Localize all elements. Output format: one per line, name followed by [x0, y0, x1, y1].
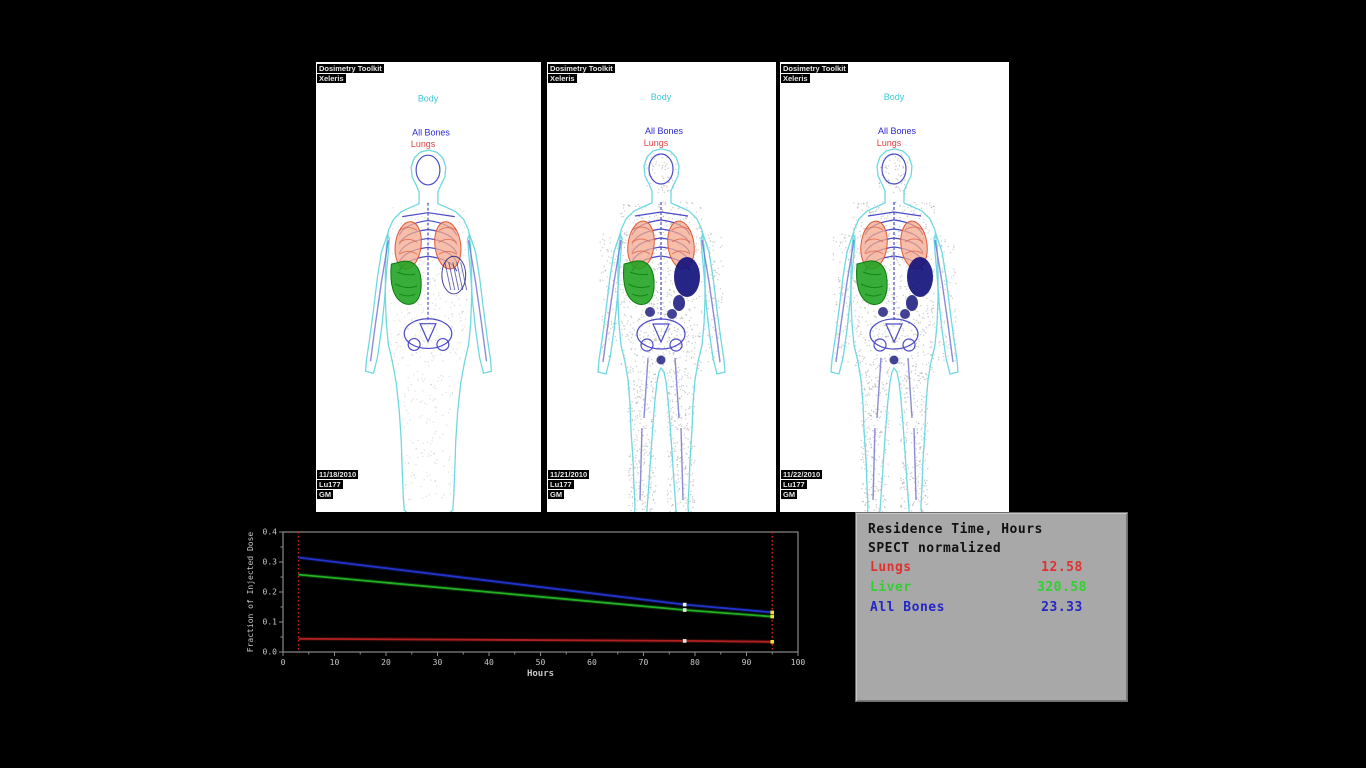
organ-labels: Body All Bones Lungs	[411, 94, 450, 150]
panel-header-chips: Dosimetry Toolkit Xeleris	[317, 64, 384, 83]
x-axis-label: Hours	[527, 669, 554, 679]
svg-text:10: 10	[330, 658, 340, 667]
panel-footer-chips: 11/21/2010 Lu177 GM	[548, 470, 589, 499]
speckle-layer	[833, 154, 957, 512]
wholebody-scan-image: Body All Bones Lungs	[547, 62, 776, 512]
data-point-marker	[770, 615, 774, 619]
scan-viewport[interactable]: Body All Bones Lungs Dosimetry Toolkit Xel…	[547, 62, 776, 512]
liver-region	[857, 261, 888, 305]
data-point-marker	[683, 608, 687, 612]
app-title-chip: Dosimetry Toolkit	[781, 64, 848, 73]
time-activity-chart-canvas[interactable]: 0 10 20 30 40 50 60 70 80 90 100 0.0 0.1 0.2 0.3 0.4 Hou…	[243, 524, 815, 690]
residence-row: Lungs 12.58	[856, 558, 1127, 578]
liver-region	[391, 261, 421, 304]
wholebody-scan-image: Body All Bones Lungs	[316, 62, 541, 512]
svg-text:20: 20	[381, 658, 391, 667]
body-label: Body	[884, 92, 905, 102]
workstation-chip: Xeleris	[317, 74, 346, 83]
svg-text:0.1: 0.1	[263, 618, 278, 627]
isotope-chip: Lu177	[317, 480, 343, 489]
workstation-chip: Xeleris	[548, 74, 577, 83]
time-activity-chart[interactable]: 0 10 20 30 40 50 60 70 80 90 100 0.0 0.1 0.2 0.3 0.4 Hou…	[243, 524, 815, 690]
residence-row: Liver 320.58	[856, 578, 1127, 598]
residence-row: All Bones 23.33	[856, 598, 1127, 618]
panel-header-chips: Dosimetry Toolkit Xeleris	[781, 64, 848, 83]
wholebody-scan-image: Body All Bones Lungs	[780, 62, 1009, 512]
app-title-chip: Dosimetry Toolkit	[548, 64, 615, 73]
svg-text:0.4: 0.4	[263, 528, 278, 537]
detector-chip: GM	[548, 490, 564, 499]
isotope-chip: Lu177	[781, 480, 807, 489]
isotope-chip: Lu177	[548, 480, 574, 489]
organ-value: 23.33	[1012, 598, 1112, 618]
svg-text:0.0: 0.0	[263, 648, 278, 657]
organ-label: All Bones	[870, 598, 945, 618]
residence-panel-title: Residence Time, Hours	[856, 513, 1127, 539]
data-point-marker	[683, 603, 687, 607]
svg-text:70: 70	[639, 658, 649, 667]
plot-frame	[283, 532, 798, 652]
app-title-chip: Dosimetry Toolkit	[317, 64, 384, 73]
dosimetry-workstation-screen: Body All Bones Lungs Dosimetry Toolkit Xel…	[0, 0, 1366, 768]
svg-text:0.3: 0.3	[263, 558, 278, 567]
panel-header-chips: Dosimetry Toolkit Xeleris	[548, 64, 615, 83]
liver-region	[624, 261, 655, 305]
lungs-label: Lungs	[877, 138, 902, 148]
organ-label: Liver	[870, 578, 912, 598]
svg-text:0: 0	[281, 658, 286, 667]
svg-text:80: 80	[690, 658, 700, 667]
lungs-label: Lungs	[411, 139, 436, 149]
residence-time-panel: Residence Time, Hours SPECT normalized L…	[855, 512, 1128, 702]
organ-value: 12.58	[1012, 558, 1112, 578]
scan-viewport[interactable]: Body All Bones Lungs Dosimetry Toolkit Xel…	[780, 62, 1009, 512]
svg-text:0.2: 0.2	[263, 588, 278, 597]
organ-label: Lungs	[870, 558, 912, 578]
residence-rows: Lungs 12.58 Liver 320.58 All Bones 23.33	[856, 558, 1127, 618]
organ-labels: Body All Bones Lungs	[644, 92, 684, 148]
y-axis-label: Fraction of Injected Dose	[246, 532, 255, 653]
scan-viewport[interactable]: Body All Bones Lungs Dosimetry Toolkit Xel…	[316, 62, 541, 512]
organ-labels: Body All Bones Lungs	[877, 92, 917, 148]
svg-text:60: 60	[587, 658, 597, 667]
all-bones-label: All Bones	[412, 127, 450, 137]
residence-panel-subtitle: SPECT normalized	[856, 539, 1127, 558]
svg-text:90: 90	[742, 658, 752, 667]
all-bones-label: All Bones	[878, 126, 917, 136]
svg-text:50: 50	[536, 658, 546, 667]
data-point-marker	[770, 640, 774, 644]
svg-text:30: 30	[433, 658, 443, 667]
all-bones-label: All Bones	[645, 126, 684, 136]
body-label: Body	[651, 92, 672, 102]
panel-footer-chips: 11/22/2010 Lu177 GM	[781, 470, 822, 499]
data-point-marker	[683, 639, 687, 643]
workstation-chip: Xeleris	[781, 74, 810, 83]
svg-text:100: 100	[791, 658, 806, 667]
study-date-chip: 11/22/2010	[781, 470, 822, 479]
lungs-label: Lungs	[644, 138, 669, 148]
organ-value: 320.58	[1012, 578, 1112, 598]
detector-chip: GM	[317, 490, 333, 499]
panel-footer-chips: 11/18/2010 Lu177 GM	[317, 470, 358, 499]
detector-chip: GM	[781, 490, 797, 499]
svg-text:40: 40	[484, 658, 494, 667]
study-date-chip: 11/18/2010	[317, 470, 358, 479]
study-date-chip: 11/21/2010	[548, 470, 589, 479]
body-label: Body	[418, 94, 439, 104]
data-point-marker	[770, 611, 774, 615]
